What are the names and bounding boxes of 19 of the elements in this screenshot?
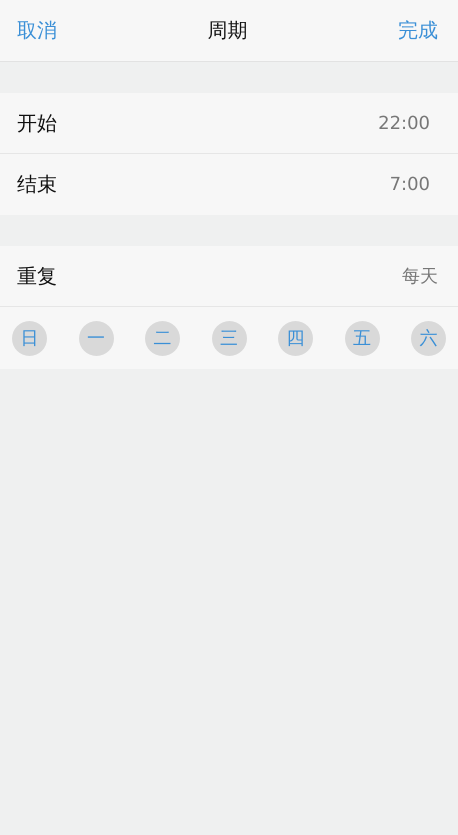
time-row[interactable]: 开始 22:00 bbox=[0, 93, 458, 154]
row-label: 开始 bbox=[17, 110, 57, 136]
cancel-button[interactable]: 取消 bbox=[17, 17, 57, 44]
time-value: 7:00 bbox=[390, 174, 430, 195]
repeat-value: 每天 bbox=[402, 265, 438, 288]
weekday-toggle[interactable]: 六 bbox=[411, 320, 446, 356]
weekday-toggle[interactable]: 三 bbox=[212, 320, 246, 356]
row-label: 结束 bbox=[17, 171, 57, 198]
row-label: 重复 bbox=[17, 262, 57, 290]
page-title: 周期 bbox=[208, 17, 248, 44]
weekday-toggle[interactable]: 日 bbox=[12, 320, 47, 356]
weekday-toggle[interactable]: 一 bbox=[78, 320, 114, 356]
weekday-toggle[interactable]: 二 bbox=[145, 320, 180, 356]
time-value: 22:00 bbox=[378, 112, 430, 134]
time-row[interactable]: 结束 7:00 bbox=[0, 154, 458, 215]
done-button[interactable]: 完成 bbox=[398, 17, 438, 44]
repeat-row[interactable]: 重复 每天 bbox=[0, 246, 458, 307]
weekday-toggle[interactable]: 五 bbox=[344, 320, 380, 356]
weekday-toggle[interactable]: 四 bbox=[278, 320, 313, 356]
